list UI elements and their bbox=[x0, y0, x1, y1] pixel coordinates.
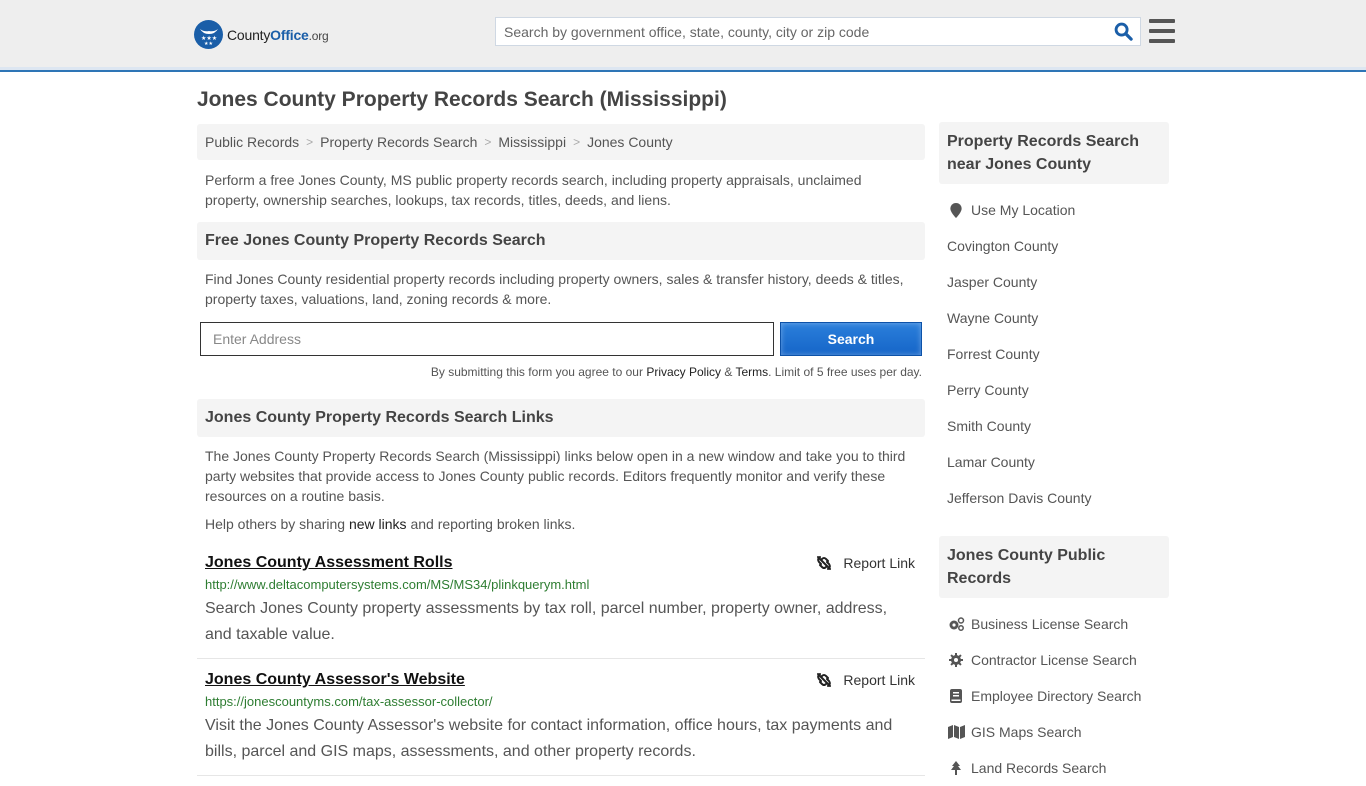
resource-link-description: Search Jones County property assessments… bbox=[205, 600, 888, 643]
nearby-county-link[interactable]: Smith County bbox=[947, 418, 1031, 434]
top-header: ★★★ ★★ CountyOffice.org bbox=[0, 0, 1366, 72]
resource-link-url: https://jonescountyms.com/tax-assessor-c… bbox=[205, 694, 493, 709]
hamburger-menu-icon[interactable] bbox=[1149, 19, 1175, 43]
search-icon bbox=[1114, 22, 1133, 41]
disclaimer-amp: & bbox=[721, 365, 736, 379]
disclaimer-text: By submitting this form you agree to our bbox=[430, 365, 647, 379]
page-title: Jones County Property Records Search (Mi… bbox=[197, 88, 727, 111]
sidebar: Property Records Search near Jones Count… bbox=[939, 122, 1169, 786]
help-text: Help others by sharing new links and rep… bbox=[197, 516, 925, 532]
public-record-link[interactable]: Land Records Search bbox=[971, 760, 1106, 776]
nearby-county-item: Perry County bbox=[947, 372, 1169, 408]
public-record-link[interactable]: GIS Maps Search bbox=[971, 724, 1082, 740]
tree-icon bbox=[947, 761, 965, 775]
nearby-county-item: Lamar County bbox=[947, 444, 1169, 480]
site-logo[interactable]: ★★★ ★★ CountyOffice.org bbox=[194, 20, 329, 49]
address-input[interactable] bbox=[200, 322, 774, 356]
nearby-county-link[interactable]: Forrest County bbox=[947, 346, 1040, 362]
use-my-location-link[interactable]: Use My Location bbox=[971, 202, 1075, 218]
resource-link-item: Jones County Assessor's Website Report L… bbox=[197, 659, 925, 776]
new-links-link[interactable]: new links bbox=[349, 516, 407, 532]
resource-link-title[interactable]: Jones County Assessment Rolls bbox=[205, 554, 452, 572]
intro-text: Perform a free Jones County, MS public p… bbox=[205, 172, 862, 208]
eagle-logo-icon: ★★★ ★★ bbox=[194, 20, 223, 49]
report-link-button[interactable]: Report Link bbox=[816, 672, 915, 688]
resource-link-url: http://www.deltacomputersystems.com/MS/M… bbox=[205, 577, 590, 592]
broken-link-icon bbox=[817, 673, 832, 687]
map-marker-icon bbox=[947, 202, 965, 218]
public-record-item: Employee Directory Search bbox=[947, 678, 1169, 714]
public-record-link[interactable]: Contractor License Search bbox=[971, 652, 1137, 668]
site-search bbox=[495, 17, 1141, 46]
public-records-heading: Jones County Public Records bbox=[939, 536, 1169, 598]
nearby-list: Use My Location Covington County Jasper … bbox=[939, 192, 1169, 516]
breadcrumb-mississippi[interactable]: Mississippi bbox=[498, 134, 566, 150]
use-my-location-item: Use My Location bbox=[947, 192, 1169, 228]
cogs-icon bbox=[947, 617, 965, 631]
free-search-heading: Free Jones County Property Records Searc… bbox=[197, 222, 925, 260]
nearby-county-item: Jefferson Davis County bbox=[947, 480, 1169, 516]
search-button[interactable] bbox=[1106, 18, 1140, 45]
nearby-county-link[interactable]: Covington County bbox=[947, 238, 1058, 254]
public-records-list: Business License Search Contractor Licen… bbox=[939, 606, 1169, 786]
nearby-county-item: Covington County bbox=[947, 228, 1169, 264]
address-search-form: Search bbox=[197, 322, 925, 356]
breadcrumb-separator: > bbox=[484, 135, 492, 149]
help-text-post: and reporting broken links. bbox=[406, 516, 576, 532]
resource-link-description: Visit the Jones County Assessor's websit… bbox=[205, 717, 893, 760]
resource-link-item: Jones County Assessment Rolls Report Lin… bbox=[197, 542, 925, 659]
svg-text:★★: ★★ bbox=[204, 41, 213, 45]
nearby-county-item: Wayne County bbox=[947, 300, 1169, 336]
free-search-description: Find Jones County residential property r… bbox=[205, 271, 904, 307]
privacy-policy-link[interactable]: Privacy Policy bbox=[646, 365, 721, 379]
nearby-county-item: Smith County bbox=[947, 408, 1169, 444]
report-link-button[interactable]: Report Link bbox=[816, 555, 915, 571]
book-icon bbox=[947, 689, 965, 703]
logo-text: CountyOffice.org bbox=[227, 26, 329, 43]
nearby-county-link[interactable]: Perry County bbox=[947, 382, 1029, 398]
broken-link-icon bbox=[817, 556, 832, 570]
public-record-item: Business License Search bbox=[947, 606, 1169, 642]
breadcrumb-separator: > bbox=[306, 135, 314, 149]
help-text-pre: Help others by sharing bbox=[205, 516, 349, 532]
main-content: Public Records > Property Records Search… bbox=[197, 124, 925, 776]
nearby-heading: Property Records Search near Jones Count… bbox=[939, 122, 1169, 184]
nearby-county-item: Forrest County bbox=[947, 336, 1169, 372]
breadcrumb-separator: > bbox=[573, 135, 581, 149]
resource-link-title[interactable]: Jones County Assessor's Website bbox=[205, 671, 465, 689]
nearby-county-item: Jasper County bbox=[947, 264, 1169, 300]
map-icon bbox=[947, 725, 965, 739]
public-record-item: GIS Maps Search bbox=[947, 714, 1169, 750]
nearby-county-link[interactable]: Wayne County bbox=[947, 310, 1038, 326]
breadcrumb-public-records[interactable]: Public Records bbox=[205, 134, 299, 150]
report-link-label: Report Link bbox=[843, 672, 915, 688]
public-record-link[interactable]: Business License Search bbox=[971, 616, 1128, 632]
breadcrumb-property-records-search[interactable]: Property Records Search bbox=[320, 134, 477, 150]
public-record-link[interactable]: Employee Directory Search bbox=[971, 688, 1141, 704]
form-disclaimer: By submitting this form you agree to our… bbox=[197, 365, 925, 379]
nearby-county-link[interactable]: Lamar County bbox=[947, 454, 1035, 470]
disclaimer-limit: . Limit of 5 free uses per day. bbox=[768, 365, 922, 379]
terms-link[interactable]: Terms bbox=[735, 365, 768, 379]
nearby-county-link[interactable]: Jasper County bbox=[947, 274, 1037, 290]
breadcrumb-current: Jones County bbox=[587, 134, 673, 150]
public-record-item: Land Records Search bbox=[947, 750, 1169, 786]
site-search-input[interactable] bbox=[496, 18, 1106, 45]
address-search-button[interactable]: Search bbox=[780, 322, 922, 356]
report-link-label: Report Link bbox=[843, 555, 915, 571]
breadcrumb: Public Records > Property Records Search… bbox=[197, 124, 925, 160]
gear-icon bbox=[947, 653, 965, 667]
nearby-county-link[interactable]: Jefferson Davis County bbox=[947, 490, 1091, 506]
public-record-item: Contractor License Search bbox=[947, 642, 1169, 678]
links-section-description: The Jones County Property Records Search… bbox=[205, 448, 906, 504]
links-section-heading: Jones County Property Records Search Lin… bbox=[197, 399, 925, 437]
